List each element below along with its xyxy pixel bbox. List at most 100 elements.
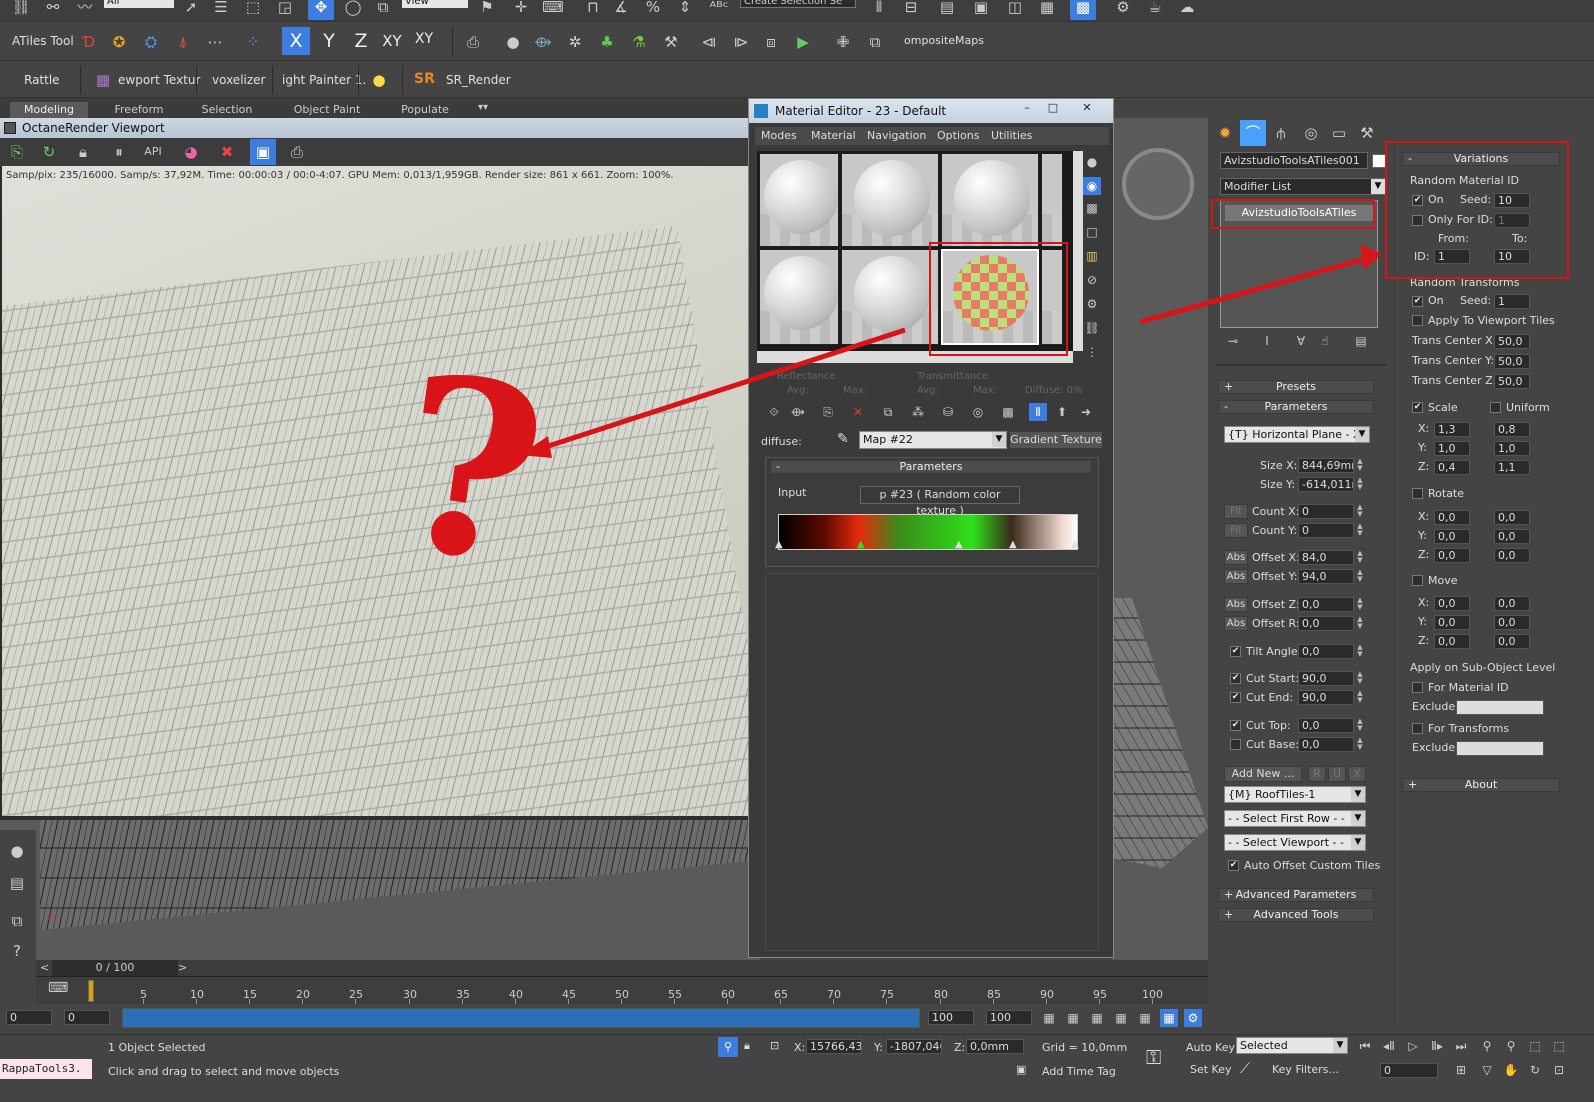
uniform-checkbox[interactable] (1490, 402, 1501, 413)
slots-hscrollbar[interactable] (757, 351, 1073, 363)
scale-sz2-spinner[interactable]: 1,1 (1494, 460, 1530, 475)
move-my1-spinner[interactable]: 0,0 (1434, 615, 1470, 630)
cut_top-checkbox[interactable]: ✔ (1230, 720, 1241, 731)
tab-freeform[interactable]: Freeform (104, 102, 174, 118)
mirror-icon[interactable]: ⫴ (866, 0, 892, 20)
spinner-arrows-icon[interactable]: ▲ ▼ (1356, 569, 1364, 584)
abs-toggle-button[interactable]: Abs (1224, 616, 1248, 631)
add-time-tag[interactable]: Add Time Tag (1042, 1065, 1116, 1078)
layout-icon-4[interactable]: ▦ (1112, 1009, 1130, 1027)
spinner-arrows-icon[interactable]: ▲ ▼ (1356, 477, 1364, 492)
set-key-icon[interactable]: ⟋ (1240, 1061, 1250, 1077)
go-parent-icon[interactable]: ⬆ (1053, 403, 1071, 421)
cut_end-checkbox[interactable]: ✔ (1230, 692, 1241, 703)
toolbar2-icon-b[interactable]: ⟴ (530, 29, 556, 55)
tilt-spinner[interactable]: 0,0 (1298, 644, 1354, 659)
configure-sets-icon[interactable]: ▤ (1352, 332, 1370, 350)
spinner-arrows-icon[interactable]: ▲ ▼ (1356, 550, 1364, 565)
make-unique-icon[interactable]: ∀ (1292, 332, 1310, 350)
toolbar2-icon-f[interactable]: ⧈ (758, 29, 784, 55)
pin-stack-icon[interactable]: ⊸ (1224, 332, 1242, 350)
gradient-flag-1[interactable]: ▲ (775, 539, 783, 550)
selection-filter-dropdown[interactable]: All (104, 0, 174, 8)
render-setup-icon[interactable]: ⚙ (1110, 0, 1136, 20)
atiles-icon-4[interactable]: ⍋ (170, 29, 196, 55)
show-end-result-icon[interactable]: Ⅱ (1029, 403, 1047, 421)
viewport-texture-icon[interactable]: ▦ (90, 67, 116, 93)
layout-icon-2[interactable]: ▦ (1064, 1009, 1082, 1027)
toolbar2-icon-i[interactable]: ⧉ (862, 29, 888, 55)
select-icon[interactable]: ➚ (178, 0, 204, 20)
keyboard-shortcut-icon[interactable]: ⌨ (540, 0, 566, 20)
viewport-stack-icon[interactable]: ⧉ (4, 908, 30, 934)
octane-color-icon[interactable]: ◕ (178, 139, 204, 165)
plane-dropdown[interactable]: {T} Horizontal Plane - XY ▼ (1224, 426, 1370, 443)
axis-y-button[interactable]: Y (316, 27, 342, 55)
count_y-spinner[interactable]: 0 (1298, 523, 1354, 538)
cut_start-checkbox[interactable]: ✔ (1230, 673, 1241, 684)
spell-check-icon[interactable]: ᴬᴮᶜ (706, 0, 732, 20)
atiles-icon-3[interactable]: ⛭ (138, 29, 164, 55)
move-mx2-spinner[interactable]: 0,0 (1494, 596, 1530, 611)
goto-start-icon[interactable]: ⏮ (1356, 1037, 1374, 1055)
gradient-flag-2[interactable]: ▲ (857, 539, 865, 550)
gradient-flag-4[interactable]: ▲ (1009, 539, 1017, 550)
select-by-material-icon[interactable]: ⛓ (1083, 319, 1101, 337)
cut_end-spinner[interactable]: 90,0 (1298, 690, 1354, 705)
menu-material[interactable]: Material (811, 129, 856, 142)
for-transforms-checkbox[interactable] (1412, 723, 1423, 734)
offset_r-spinner[interactable]: 0,0 (1298, 616, 1354, 631)
background-icon[interactable]: ▩ (1083, 199, 1101, 217)
zoom-extents-icon[interactable]: ⬚ (1526, 1037, 1544, 1055)
close-button[interactable]: ✕ (1069, 101, 1105, 117)
move-mx1-spinner[interactable]: 0,0 (1434, 596, 1470, 611)
only-for-id-spinner[interactable]: 1 (1494, 213, 1530, 228)
rotate-rz2-spinner[interactable]: 0,0 (1494, 548, 1530, 563)
get-material-icon[interactable]: ⟐ (765, 403, 783, 421)
selection-lock-icon[interactable]: 🔒︎ (744, 1039, 750, 1053)
toolbar2-icon-d[interactable]: ⧏ (696, 29, 722, 55)
zoom-all-icon[interactable]: ⚲ (1502, 1037, 1520, 1055)
pan-icon[interactable]: ✋ (1502, 1061, 1520, 1079)
time-config-icon[interactable]: ⊞ (1452, 1061, 1470, 1079)
spinner-arrows-icon[interactable]: ▲ ▼ (1356, 458, 1364, 473)
map-type-button[interactable]: Gradient Texture (1009, 431, 1103, 449)
prev-key-icon[interactable]: ◂Ⅱ (1380, 1037, 1398, 1055)
render-icon[interactable]: ☁ (1174, 0, 1200, 20)
layout-icon-6[interactable]: ▦ (1160, 1009, 1178, 1027)
goto-end-icon[interactable]: ⏭ (1452, 1037, 1470, 1055)
atiles-icon-5[interactable]: ⋯ (202, 29, 228, 55)
modifier-list-dropdown[interactable]: Modifier List ▼ (1220, 178, 1386, 195)
spinner-arrows-icon[interactable]: ▲ ▼ (1356, 690, 1364, 705)
id-to-spinner[interactable]: 10 (1494, 249, 1530, 264)
move-checkbox[interactable] (1412, 575, 1423, 586)
bind-spacewarp-icon[interactable]: 〰 (72, 0, 98, 20)
maximize-viewport-icon[interactable]: ⊡ (1550, 1061, 1568, 1079)
cut_base-checkbox[interactable] (1230, 739, 1241, 750)
sphere-icon[interactable]: ● (500, 29, 526, 55)
sample-slot-2[interactable] (841, 153, 939, 247)
size_x-spinner[interactable]: 844,69mm (1298, 458, 1354, 473)
count_x-spinner[interactable]: 0 (1298, 504, 1354, 519)
sample-type-icon[interactable]: ● (1083, 153, 1101, 171)
viewport-texture-button[interactable]: ewport Textur (118, 73, 200, 87)
composite-maps-label[interactable]: ompositeMaps (904, 34, 984, 47)
scale-sz1-spinner[interactable]: 0,4 (1434, 460, 1470, 475)
right-viewport[interactable] (1112, 118, 1208, 960)
ref-coord-dropdown[interactable]: View (402, 0, 468, 8)
key-icon[interactable]: ⚿ (1146, 1045, 1161, 1069)
put-library-icon[interactable]: ⛁ (939, 403, 957, 421)
abs-toggle-button[interactable]: Abs (1224, 569, 1248, 584)
advanced-tools-rollout[interactable]: + Advanced Tools (1218, 908, 1374, 922)
select-by-name-icon[interactable]: ☰ (208, 0, 234, 20)
octane-send-scene-icon[interactable]: ⎘ (4, 139, 30, 165)
offset_x-spinner[interactable]: 84,0 (1298, 550, 1354, 565)
toolbar2-icon-a[interactable]: ⎙ (460, 29, 486, 55)
next-frame-button[interactable]: > (178, 961, 187, 974)
offset_y-spinner[interactable]: 94,0 (1298, 569, 1354, 584)
octane-region-icon[interactable]: ✖ (214, 139, 240, 165)
show-end-result-icon[interactable]: Ⅰ (1258, 332, 1276, 350)
tcx-spinner[interactable]: 50,0 (1494, 334, 1530, 349)
advanced-params-rollout[interactable]: + Advanced Parameters (1218, 888, 1374, 902)
tab-populate[interactable]: Populate (390, 102, 460, 118)
